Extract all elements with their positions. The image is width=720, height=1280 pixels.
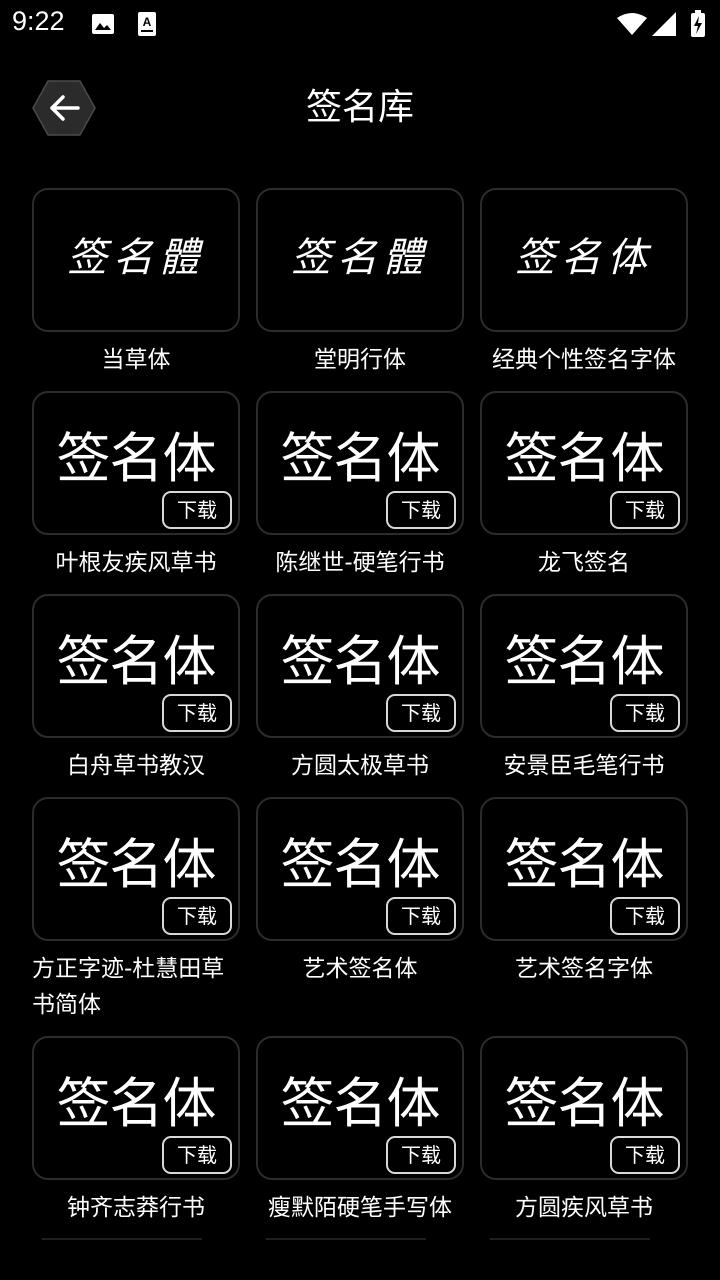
row-divider bbox=[266, 1238, 426, 1240]
font-preview: 签名体 bbox=[504, 630, 665, 693]
download-button[interactable]: 下载 bbox=[610, 694, 680, 732]
font-preview: 签名体 bbox=[56, 833, 217, 896]
font-card[interactable]: 签名体 bbox=[480, 188, 688, 332]
font-card[interactable]: 签名体 下载 bbox=[480, 797, 688, 941]
font-card[interactable]: 签名體 bbox=[256, 188, 464, 332]
font-preview: 签名体 bbox=[515, 235, 653, 281]
font-name: 龙飞签名 bbox=[538, 550, 630, 576]
download-button[interactable]: 下载 bbox=[386, 694, 456, 732]
font-name: 方圆疾风草书 bbox=[515, 1195, 653, 1221]
font-card[interactable]: 签名体 下载 bbox=[256, 594, 464, 738]
download-button[interactable]: 下载 bbox=[610, 491, 680, 529]
download-button[interactable]: 下载 bbox=[386, 897, 456, 935]
font-name: 白舟草书教汉 bbox=[67, 753, 205, 779]
font-card[interactable]: 签名体 下载 bbox=[32, 594, 240, 738]
font-preview: 签名体 bbox=[504, 833, 665, 896]
download-button[interactable]: 下载 bbox=[386, 1136, 456, 1174]
download-button[interactable]: 下载 bbox=[162, 1136, 232, 1174]
font-name: 钟齐志莽行书 bbox=[67, 1195, 205, 1221]
download-button[interactable]: 下载 bbox=[610, 1136, 680, 1174]
font-name: 当草体 bbox=[101, 347, 171, 373]
font-preview: 签名体 bbox=[56, 1072, 217, 1135]
font-preview: 签名体 bbox=[280, 833, 441, 896]
row-divider bbox=[490, 1238, 650, 1240]
font-preview: 签名体 bbox=[56, 630, 217, 693]
font-preview: 签名体 bbox=[56, 427, 217, 490]
font-preview: 签名体 bbox=[280, 1072, 441, 1135]
font-name: 经典个性签名字体 bbox=[492, 347, 676, 373]
font-card[interactable]: 签名体 下载 bbox=[480, 1036, 688, 1180]
font-card[interactable]: 签名体 下载 bbox=[480, 594, 688, 738]
font-name: 陈继世-硬笔行书 bbox=[275, 550, 445, 576]
font-preview: 签名體 bbox=[291, 235, 429, 281]
font-card[interactable]: 签名体 下载 bbox=[256, 1036, 464, 1180]
font-preview: 签名体 bbox=[504, 427, 665, 490]
font-name: 安景臣毛笔行书 bbox=[503, 753, 665, 779]
font-name: 方圆太极草书 bbox=[291, 753, 429, 779]
row-divider bbox=[42, 1238, 202, 1240]
font-preview: 签名体 bbox=[280, 427, 441, 490]
font-preview: 签名体 bbox=[280, 630, 441, 693]
font-name: 叶根友疾风草书 bbox=[55, 550, 217, 576]
download-button[interactable]: 下载 bbox=[610, 897, 680, 935]
font-card[interactable]: 签名體 bbox=[32, 188, 240, 332]
font-name: 瘦默陌硬笔手写体 bbox=[268, 1195, 452, 1221]
font-card[interactable]: 签名体 下载 bbox=[32, 797, 240, 941]
font-grid: 签名體 当草体 签名體 堂明行体 签名体 经典个性签名字体 签名体 下载 叶根友… bbox=[0, 0, 720, 1280]
font-name: 艺术签名体 bbox=[302, 956, 418, 982]
download-button[interactable]: 下载 bbox=[162, 897, 232, 935]
font-card[interactable]: 签名体 下载 bbox=[480, 391, 688, 535]
font-preview: 签名體 bbox=[67, 235, 205, 281]
font-name: 方正字迹-杜慧田草书简体 bbox=[32, 956, 225, 1018]
download-button[interactable]: 下载 bbox=[386, 491, 456, 529]
download-button[interactable]: 下载 bbox=[162, 694, 232, 732]
font-card[interactable]: 签名体 下载 bbox=[32, 1036, 240, 1180]
font-name: 艺术签名字体 bbox=[515, 956, 653, 982]
download-button[interactable]: 下载 bbox=[162, 491, 232, 529]
font-card[interactable]: 签名体 下载 bbox=[256, 797, 464, 941]
font-card[interactable]: 签名体 下载 bbox=[256, 391, 464, 535]
font-name: 堂明行体 bbox=[314, 347, 406, 373]
font-card[interactable]: 签名体 下载 bbox=[32, 391, 240, 535]
font-preview: 签名体 bbox=[504, 1072, 665, 1135]
